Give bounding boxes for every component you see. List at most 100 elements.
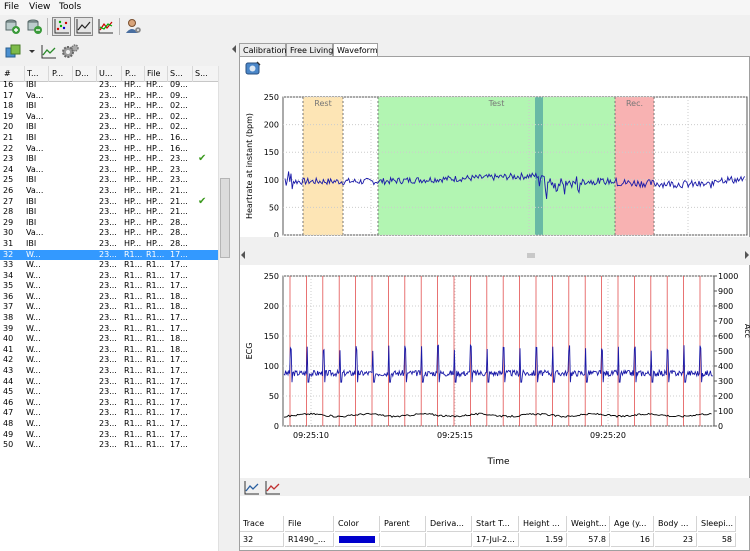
- table-row[interactable]: 23 IBI 23... HP... HP... 23... ✔: [0, 154, 218, 165]
- import-button[interactable]: [4, 43, 22, 61]
- table-row[interactable]: 47 W... 23... R1... R1... 17...: [0, 408, 218, 419]
- table-row[interactable]: 27 IBI 23... HP... HP... 21... ✔: [0, 197, 218, 208]
- remove-recording-button[interactable]: [25, 17, 44, 36]
- table-row[interactable]: 43 W... 23... R1... R1... 17...: [0, 366, 218, 377]
- table-row[interactable]: 38 W... 23... R1... R1... 17...: [0, 313, 218, 324]
- scroll-left-button[interactable]: [240, 251, 246, 259]
- tab-free-living[interactable]: Free Living: [286, 43, 333, 57]
- column-header[interactable]: U...: [99, 69, 112, 78]
- property-header[interactable]: Weight...: [568, 516, 610, 532]
- chart-remove-button[interactable]: [264, 479, 281, 496]
- column-header[interactable]: P...: [125, 69, 136, 78]
- property-header[interactable]: Color: [335, 516, 380, 532]
- y-tick-label: 200: [264, 302, 279, 311]
- column-header[interactable]: S...: [195, 69, 208, 78]
- menu-tools[interactable]: Tools: [59, 2, 81, 12]
- property-header[interactable]: Sleepi...: [698, 516, 736, 532]
- table-row[interactable]: 48 W... 23... R1... R1... 17...: [0, 419, 218, 430]
- property-header[interactable]: Trace: [240, 516, 284, 532]
- column-header[interactable]: D...: [75, 69, 89, 78]
- table-row[interactable]: 42 W... 23... R1... R1... 17...: [0, 355, 218, 366]
- table-row[interactable]: 41 W... 23... R1... R1... 18...: [0, 345, 218, 356]
- cell-u: 23...: [99, 260, 117, 270]
- cell-number: 27: [3, 196, 14, 206]
- table-row[interactable]: 50 W... 23... R1... R1... 17...: [0, 440, 218, 451]
- table-row[interactable]: 16 IBI 23... HP... HP... 09...: [0, 80, 218, 91]
- table-row[interactable]: 21 IBI 23... HP... HP... 16...: [0, 133, 218, 144]
- table-row[interactable]: 22 Va... 23... HP... HP... 16...: [0, 144, 218, 155]
- table-row[interactable]: 39 W... 23... R1... R1... 17...: [0, 324, 218, 335]
- column-header[interactable]: File: [147, 69, 160, 78]
- menu-view[interactable]: View: [29, 2, 50, 12]
- splitter-handle[interactable]: [527, 253, 535, 258]
- cell-number: 31: [3, 238, 14, 248]
- table-row[interactable]: 24 Va... 23... HP... HP... 23...: [0, 165, 218, 176]
- column-header[interactable]: P...: [52, 69, 63, 78]
- compare-plot-button[interactable]: [96, 17, 115, 36]
- export-button[interactable]: [244, 60, 262, 78]
- scrollbar-thumb[interactable]: [220, 178, 230, 258]
- property-header[interactable]: File: [285, 516, 334, 532]
- table-row[interactable]: 30 Va... 23... HP... HP... 28...: [0, 228, 218, 239]
- table-row[interactable]: 29 IBI 23... HP... HP... 28...: [0, 218, 218, 229]
- tab-calibration[interactable]: Calibration: [239, 43, 287, 57]
- traces-scrollbar[interactable]: [218, 66, 230, 551]
- user-settings-button[interactable]: [124, 17, 143, 36]
- table-row[interactable]: 36 W... 23... R1... R1... 18...: [0, 292, 218, 303]
- table-row[interactable]: 34 W... 23... R1... R1... 17...: [0, 271, 218, 282]
- cell-number: 40: [3, 334, 14, 344]
- table-row[interactable]: 40 W... 23... R1... R1... 18...: [0, 334, 218, 345]
- table-row[interactable]: 44 W... 23... R1... R1... 17...: [0, 377, 218, 388]
- scatter-plot-button[interactable]: [52, 17, 71, 36]
- property-header[interactable]: Body ...: [655, 516, 697, 532]
- property-value[interactable]: 57.8: [568, 533, 610, 547]
- table-row[interactable]: 20 IBI 23... HP... HP... 02...: [0, 122, 218, 133]
- table-row[interactable]: 26 Va... 23... HP... HP... 21...: [0, 186, 218, 197]
- table-row[interactable]: 46 W... 23... R1... R1... 17...: [0, 398, 218, 409]
- collapse-left-button[interactable]: [231, 45, 237, 53]
- property-value[interactable]: [381, 533, 426, 547]
- table-row[interactable]: 17 Va... 23... HP... HP... 09...: [0, 91, 218, 102]
- menu-file[interactable]: File: [4, 2, 19, 12]
- property-header[interactable]: Start T...: [473, 516, 519, 532]
- property-value[interactable]: [427, 533, 472, 547]
- column-header[interactable]: T...: [27, 69, 39, 78]
- import-dropdown[interactable]: [28, 45, 36, 57]
- color-swatch[interactable]: [339, 536, 375, 543]
- add-recording-button[interactable]: [3, 17, 22, 36]
- property-value[interactable]: 17-Jul-2...: [473, 533, 519, 547]
- property-value[interactable]: 16: [611, 533, 654, 547]
- table-row[interactable]: 28 IBI 23... HP... HP... 21...: [0, 207, 218, 218]
- table-row[interactable]: 31 IBI 23... HP... HP... 28...: [0, 239, 218, 250]
- table-row[interactable]: 37 W... 23... R1... R1... 18...: [0, 302, 218, 313]
- property-value[interactable]: [335, 533, 380, 547]
- table-row[interactable]: 25 IBI 23... HP... HP... 23...: [0, 175, 218, 186]
- scroll-right-button[interactable]: [744, 251, 750, 259]
- tab-waveform[interactable]: Waveform: [333, 43, 378, 57]
- table-row[interactable]: 19 Va... 23... HP... HP... 02...: [0, 112, 218, 123]
- splitter[interactable]: [240, 237, 750, 265]
- property-value[interactable]: R1490_...: [285, 533, 334, 547]
- table-row[interactable]: 32 W... 23... R1... R1... 17...: [0, 249, 218, 261]
- property-value[interactable]: 23: [655, 533, 697, 547]
- property-header[interactable]: Height ...: [520, 516, 567, 532]
- table-row[interactable]: 33 W... 23... R1... R1... 17...: [0, 260, 218, 271]
- property-value[interactable]: 32: [240, 533, 284, 547]
- chart-add-button[interactable]: [40, 43, 58, 61]
- chart-add-button[interactable]: [243, 479, 260, 496]
- property-header[interactable]: Age (y...: [611, 516, 654, 532]
- settings-button[interactable]: [61, 43, 79, 61]
- table-row[interactable]: 35 W... 23... R1... R1... 17...: [0, 281, 218, 292]
- property-header[interactable]: Parent: [381, 516, 426, 532]
- line-plot-button[interactable]: [74, 17, 93, 36]
- property-value[interactable]: 58: [698, 533, 736, 547]
- table-row[interactable]: 49 W... 23... R1... R1... 17...: [0, 430, 218, 441]
- ecg-chart[interactable]: 0 50 100 150 200 250 0 100 200 300 400 500 600 700 800…: [240, 268, 750, 478]
- property-value[interactable]: 1.59: [520, 533, 567, 547]
- cell-type: W...: [26, 387, 41, 397]
- column-header[interactable]: #: [4, 69, 11, 78]
- table-row[interactable]: 45 W... 23... R1... R1... 17...: [0, 387, 218, 398]
- table-row[interactable]: 18 IBI 23... HP... HP... 02...: [0, 101, 218, 112]
- column-header[interactable]: S...: [170, 69, 183, 78]
- property-header[interactable]: Deriva...: [427, 516, 472, 532]
